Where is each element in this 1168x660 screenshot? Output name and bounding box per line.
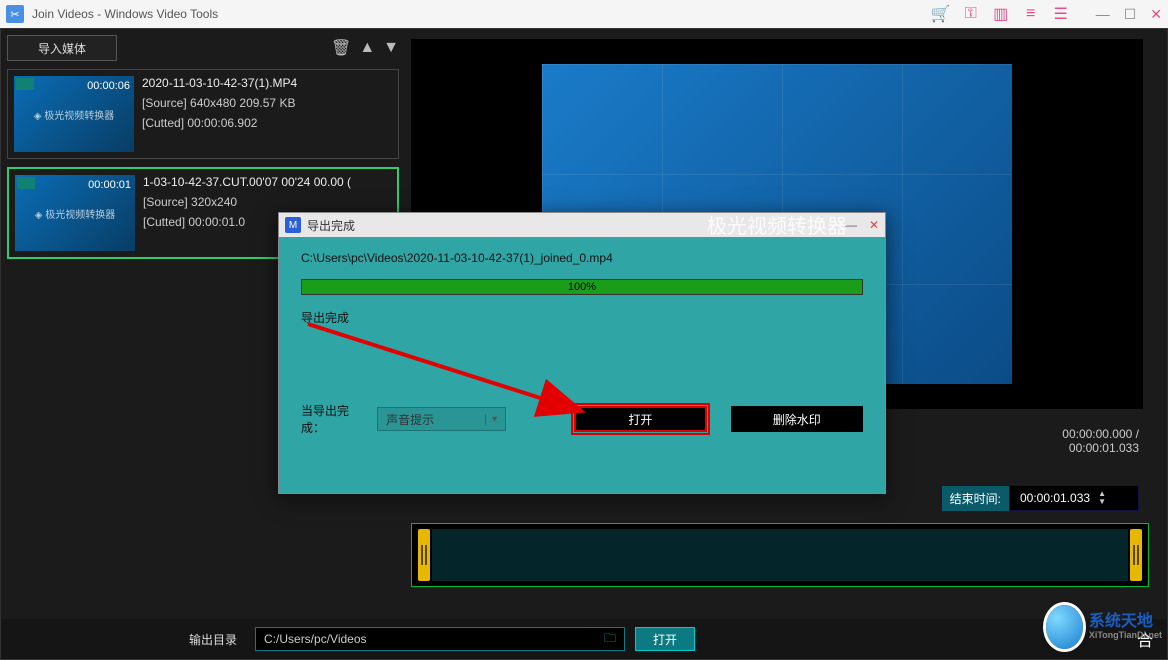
- trash-icon[interactable]: 🗑: [331, 38, 351, 58]
- media-duration: 00:00:01: [88, 179, 131, 191]
- total-time: 00:00:01.033: [1062, 441, 1139, 455]
- thumb-badge-icon: [17, 177, 35, 189]
- chevron-down-icon: ▾: [485, 414, 497, 425]
- media-thumbnail: 00:00:01 ◈ 极光视频转换器: [15, 175, 135, 251]
- media-filename: 1-03-10-42-37.CUT.00'07 00'24 00.00 (: [143, 175, 351, 189]
- watermark-name: 系统天地: [1089, 613, 1162, 631]
- app-icon: ✂: [6, 5, 24, 23]
- timeline-end-handle[interactable]: [1130, 529, 1142, 581]
- preview-center-text: 极光视频转换器: [707, 210, 847, 239]
- thumb-watermark: ◈ 极光视频转换器: [35, 206, 115, 221]
- thumb-badge-icon: [16, 78, 34, 90]
- menu-icon[interactable]: ☰: [1052, 5, 1070, 23]
- dialog-title: 导出完成: [307, 217, 355, 234]
- end-time-label: 结束时间:: [942, 486, 1009, 511]
- output-path-value: C:/Users/pc/Videos: [264, 632, 367, 646]
- maximize-button[interactable]: ☐: [1124, 6, 1137, 23]
- dialog-open-button[interactable]: 打开: [574, 406, 707, 432]
- timeline-track[interactable]: [432, 529, 1128, 581]
- media-duration: 00:00:06: [87, 80, 130, 92]
- on-complete-value: 声音提示: [386, 411, 434, 428]
- media-item[interactable]: 00:00:06 ◈ 极光视频转换器 2020-11-03-10-42-37(1…: [7, 69, 399, 159]
- open-output-button[interactable]: 打开: [635, 627, 695, 651]
- import-media-button[interactable]: 导入媒体: [7, 35, 117, 61]
- dialog-app-icon: M: [285, 217, 301, 233]
- end-time-value: 00:00:01.033: [1020, 491, 1090, 505]
- progress-percent: 100%: [568, 280, 596, 294]
- media-source: [Source] 640x480 209.57 KB: [142, 96, 297, 110]
- end-time-input[interactable]: 00:00:01.033 ▲▼: [1009, 485, 1139, 511]
- export-complete-dialog: M 导出完成 — ✕ C:\Users\pc\Videos\2020-11-03…: [278, 212, 886, 494]
- end-time-row: 结束时间: 00:00:01.033 ▲▼: [942, 485, 1139, 511]
- window-title: Join Videos - Windows Video Tools: [32, 7, 218, 21]
- minimize-button[interactable]: —: [1096, 6, 1110, 23]
- export-status: 导出完成: [301, 309, 863, 326]
- media-filename: 2020-11-03-10-42-37(1).MP4: [142, 76, 297, 90]
- thumb-watermark: ◈ 极光视频转换器: [34, 107, 114, 122]
- layout-icon[interactable]: ▥: [992, 5, 1010, 23]
- close-button[interactable]: ✕: [1150, 6, 1162, 23]
- folder-icon[interactable]: 🗀: [604, 629, 616, 650]
- move-down-icon[interactable]: ▼: [383, 39, 399, 57]
- titlebar: ✂ Join Videos - Windows Video Tools 🛒 ⚿ …: [0, 0, 1168, 28]
- globe-icon: [1046, 605, 1083, 649]
- progress-bar: 100%: [301, 279, 863, 295]
- bottom-bar: 输出目录 C:/Users/pc/Videos 🗀 打开 合: [1, 619, 1167, 659]
- export-file-path: C:\Users\pc\Videos\2020-11-03-10-42-37(1…: [301, 251, 863, 265]
- remove-watermark-button[interactable]: 删除水印: [731, 406, 863, 432]
- current-time: 00:00:00.000 /: [1062, 427, 1139, 441]
- key-icon[interactable]: ⚿: [962, 5, 980, 23]
- on-complete-label: 当导出完成：: [301, 402, 371, 436]
- media-cutted: [Cutted] 00:00:06.902: [142, 116, 297, 130]
- move-up-icon[interactable]: ▲: [359, 39, 375, 57]
- on-complete-select[interactable]: 声音提示 ▾: [377, 407, 506, 431]
- sliders-icon[interactable]: ≡: [1022, 5, 1040, 23]
- timeline[interactable]: [411, 523, 1149, 587]
- time-display: 00:00:00.000 / 00:00:01.033: [1062, 427, 1139, 455]
- timeline-start-handle[interactable]: [418, 529, 430, 581]
- dialog-close-button[interactable]: ✕: [869, 218, 879, 232]
- site-watermark: 系统天地 XiTongTianDi.net: [1046, 600, 1162, 654]
- media-thumbnail: 00:00:06 ◈ 极光视频转换器: [14, 76, 134, 152]
- watermark-url: XiTongTianDi.net: [1089, 631, 1162, 641]
- media-source: [Source] 320x240: [143, 195, 351, 209]
- output-path-field[interactable]: C:/Users/pc/Videos 🗀: [255, 627, 625, 651]
- output-dir-label: 输出目录: [189, 631, 237, 648]
- media-toolbar: 导入媒体 🗑 ▲ ▼: [7, 35, 399, 61]
- end-time-stepper[interactable]: ▲▼: [1098, 490, 1106, 506]
- cart-icon[interactable]: 🛒: [932, 5, 950, 23]
